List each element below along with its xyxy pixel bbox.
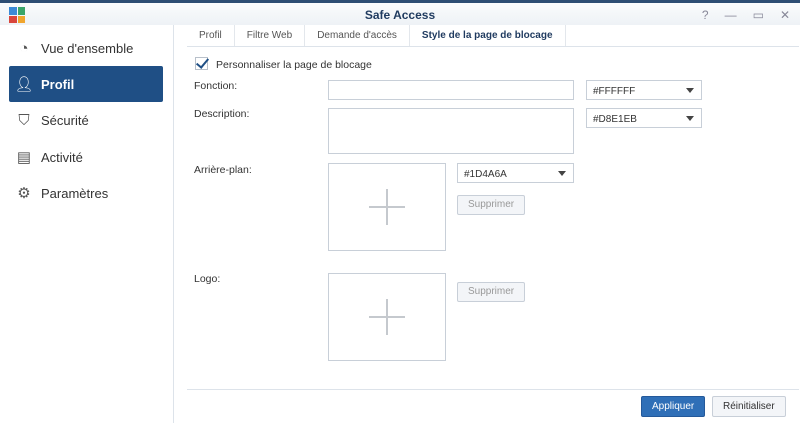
selected-value: #1D4A6A: [464, 169, 507, 180]
chevron-down-icon: [686, 88, 694, 93]
chevron-down-icon: [558, 171, 566, 176]
sidebar-item-label: Sécurité: [41, 112, 89, 128]
sidebar-item-overview[interactable]: ◔ Vue d'ensemble: [9, 30, 163, 66]
footer-divider: [187, 389, 799, 390]
sidebar-item-label: Profil: [41, 76, 75, 92]
sidebar-item-label: Vue d'ensemble: [41, 40, 134, 56]
tab-profil[interactable]: Profil: [187, 25, 235, 46]
background-label: Arrière-plan:: [194, 164, 252, 176]
reset-button[interactable]: Réinitialiser: [712, 396, 786, 417]
logo-label: Logo:: [194, 273, 221, 285]
gear-icon: ⚙: [17, 185, 31, 202]
tab-web-filter[interactable]: Filtre Web: [235, 25, 306, 46]
sidebar-item-label: Activité: [41, 149, 83, 165]
window-title: Safe Access: [364, 8, 436, 22]
delete-logo-button[interactable]: Supprimer: [457, 282, 526, 302]
shield-icon: ⛉: [18, 111, 30, 129]
tab-access-request[interactable]: Demande d'accès: [305, 25, 410, 46]
sidebar-item-settings[interactable]: ⚙ Paramètres: [9, 175, 163, 211]
user-icon: 👤︎: [14, 76, 34, 93]
customize-label: Personnaliser la page de blocage: [216, 59, 372, 71]
plus-icon: [369, 189, 405, 225]
description-input[interactable]: [328, 108, 574, 154]
background-upload[interactable]: [328, 163, 446, 251]
description-label: Description:: [194, 108, 250, 120]
sidebar-item-profile[interactable]: 👤︎ Profil: [9, 66, 163, 102]
description-color-select[interactable]: #D8E1EB: [586, 108, 702, 128]
minimize-icon[interactable]: —: [725, 8, 737, 22]
background-color-select[interactable]: #1D4A6A: [457, 163, 574, 183]
sidebar: ◔ Vue d'ensemble 👤︎ Profil ⛉ Sécurité ▤ Acti…: [0, 25, 174, 423]
fonction-color-select[interactable]: #FFFFFF: [586, 80, 702, 100]
plus-icon: [369, 299, 405, 335]
chevron-down-icon: [686, 116, 694, 121]
sidebar-item-activity[interactable]: ▤ Activité: [9, 139, 163, 175]
delete-background-button[interactable]: Supprimer: [457, 195, 526, 215]
title-bar: Safe Access ? — ▭ ✕: [0, 3, 800, 25]
fonction-input[interactable]: [328, 80, 574, 100]
selected-value: #FFFFFF: [593, 86, 636, 97]
tab-block-page-style[interactable]: Style de la page de blocage: [409, 25, 566, 46]
selected-value: #D8E1EB: [593, 114, 637, 125]
sidebar-item-security[interactable]: ⛉ Sécurité: [9, 102, 163, 138]
activity-icon: ▤: [16, 149, 32, 166]
sidebar-item-label: Paramètres: [41, 185, 109, 201]
apply-button[interactable]: Appliquer: [641, 396, 706, 417]
fonction-label: Fonction:: [194, 80, 238, 92]
gauge-icon: ◔: [19, 39, 29, 57]
close-icon[interactable]: ✕: [780, 8, 790, 22]
maximize-icon[interactable]: ▭: [753, 8, 764, 22]
customize-checkbox[interactable]: [195, 57, 208, 70]
logo-upload[interactable]: [328, 273, 446, 361]
tab-bar: Profil Filtre Web Demande d'accès Style …: [187, 25, 799, 47]
help-icon[interactable]: ?: [702, 8, 709, 22]
